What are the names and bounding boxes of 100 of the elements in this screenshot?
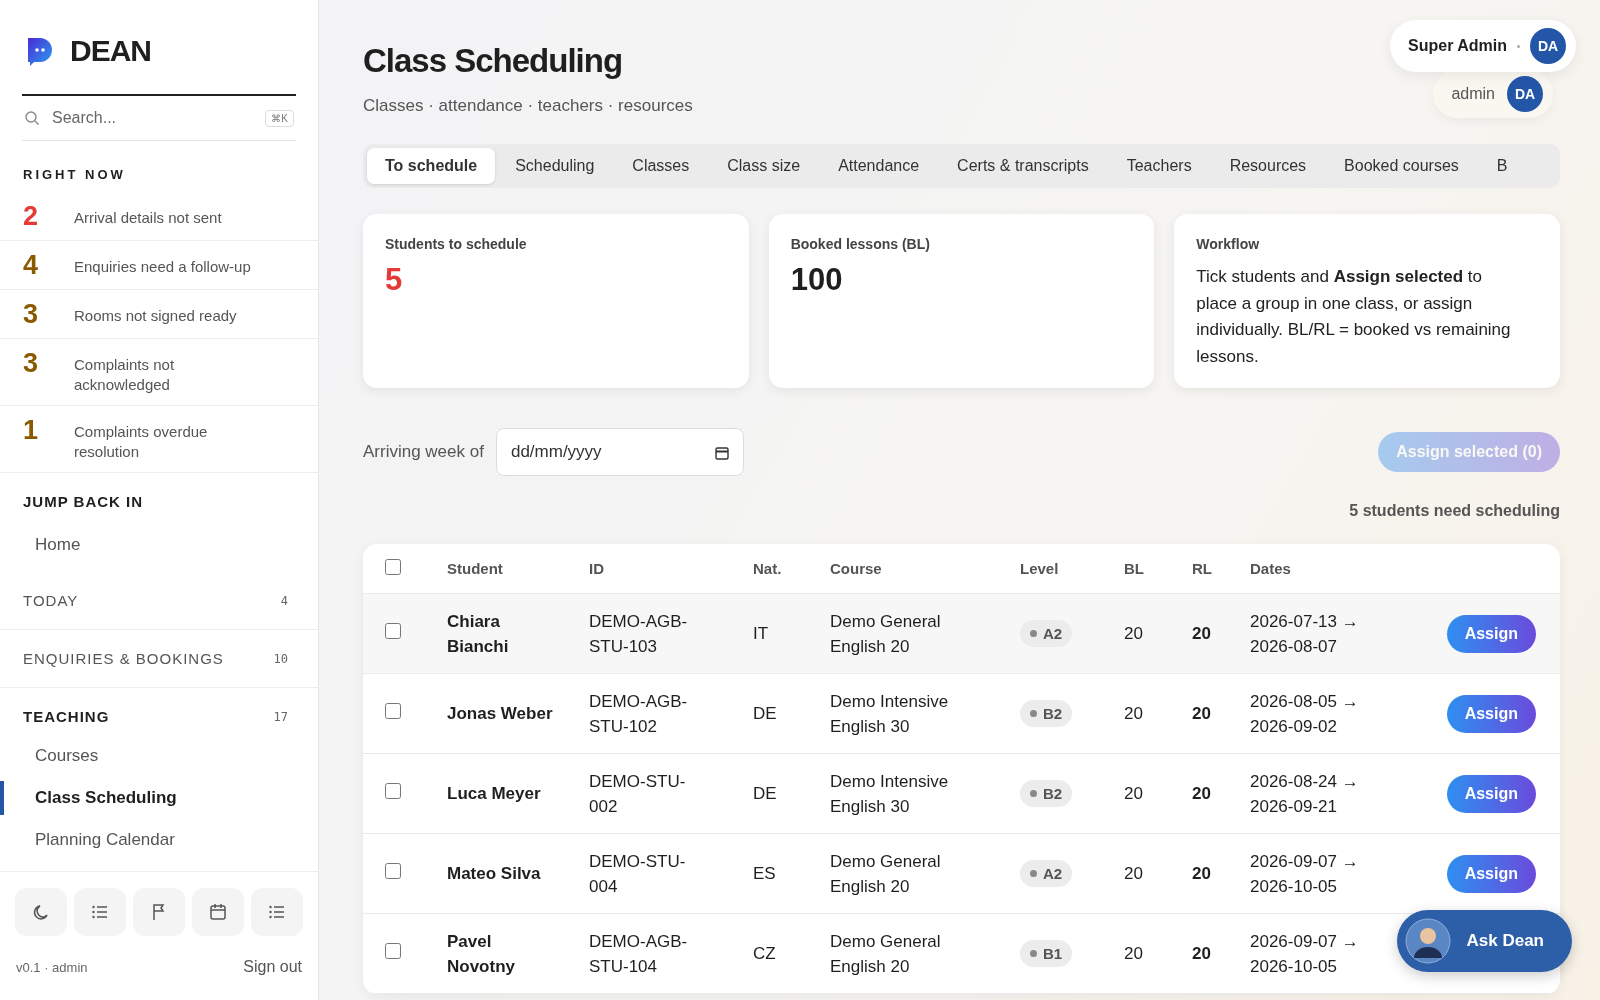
alert-label[interactable]: Arrival details not sent [74,202,222,228]
group-count: 10 [273,651,288,666]
date-field[interactable]: dd/mm/yyyy [495,428,744,476]
column-header: Dates [1250,560,1292,577]
level-badge: B1 [1020,940,1073,967]
course-cell-text: Demo Intensive English 30 [830,690,950,738]
column-header: BL [1124,560,1145,577]
calendar-icon[interactable] [192,888,244,936]
list-icon[interactable] [74,888,126,936]
nationality-cell: ES [753,863,776,883]
tab[interactable]: Resources [1211,148,1325,184]
calendar-icon [713,445,730,461]
stat-value: 5 [385,262,404,298]
role-badge[interactable]: admin DA [1433,70,1553,118]
student-id: DEMO-AGB-STU-102 [589,690,689,738]
alert-count: 3 [23,349,40,377]
row-checkbox[interactable] [385,703,401,719]
course-cell-text: Demo General English 20 [830,610,942,658]
column-header: Nat. [753,560,783,577]
alert-count: 2 [23,202,40,230]
avatar-icon [1404,918,1451,964]
dates-cell-text: 2026-09-07 → 2026-10-05 [1250,850,1360,898]
nav-group[interactable]: TEACHING [23,708,110,725]
remaining-lessons-cell: 20 [1192,863,1211,883]
select-all-checkbox[interactable] [385,559,401,575]
student-id: DEMO-STU-004 [589,850,687,898]
search-icon [24,110,40,126]
flag-icon[interactable] [133,888,185,936]
student-id: DEMO-AGB-STU-103 [589,610,689,658]
nav-item[interactable]: Class Scheduling [0,777,318,819]
page-subtitle: Classes · attendance · teachers · resources [363,96,693,116]
user-menu[interactable]: Super Admin DA [1390,20,1576,72]
column-header: ID [589,560,605,577]
booked-lessons-cell: 20 [1124,863,1143,883]
remaining-lessons-cell: 20 [1192,783,1211,803]
user-avatar: DA [1530,28,1566,64]
alert-count: 1 [23,416,40,444]
row-checkbox[interactable] [385,623,401,639]
group-count: 17 [273,709,288,724]
tab[interactable]: Scheduling [497,148,613,184]
remaining-lessons-cell: 20 [1192,703,1211,723]
version-label: v0.1 · admin [16,959,88,975]
nationality-cell: IT [753,623,769,643]
nav-group[interactable]: ENQUIRIES & BOOKINGS [23,650,224,667]
tab[interactable]: To schedule [367,148,496,184]
section-heading: RIGHT NOW [22,166,127,184]
tab[interactable]: Class size [709,148,819,184]
tab[interactable]: Classes [614,148,708,184]
column-header: RL [1192,560,1213,577]
student-name: Luca Meyer [447,783,542,805]
list-icon[interactable] [251,888,303,936]
column-header: Course [830,560,883,577]
assign-button[interactable]: Assign [1446,854,1536,893]
card-title: Booked lessons (BL) [790,236,931,252]
assign-button[interactable]: Assign [1446,774,1536,813]
dates-cell-text: 2026-08-24 → 2026-09-21 [1250,770,1360,818]
shortcut-hint: ⌘K [265,109,294,127]
remaining-lessons-cell: 20 [1192,943,1211,963]
dates-cell-text: 2026-07-13 → 2026-08-07 [1250,610,1360,658]
tab[interactable]: B [1478,148,1508,184]
course-cell-text: Demo Intensive English 30 [830,770,950,818]
remaining-lessons-cell: 20 [1192,623,1211,643]
student-id: DEMO-STU-002 [589,770,687,818]
alert-label[interactable]: Complaints not acknowledged [74,349,254,395]
student-name: Jonas Weber [447,703,554,725]
tab[interactable]: Certs & transcripts [939,148,1107,184]
alert-count: 4 [23,251,40,279]
ask-dean-button[interactable]: Ask Dean [1396,910,1572,972]
search-field[interactable]: Search... [50,108,256,128]
booked-lessons-cell: 20 [1124,783,1143,803]
moon-icon[interactable] [15,888,67,936]
nav-item[interactable]: Home [0,524,318,566]
section-heading: JUMP BACK IN [22,492,145,512]
alert-label[interactable]: Rooms not signed ready [74,300,237,326]
column-header: Level [1020,560,1060,577]
page-title: Class Scheduling [363,42,623,80]
sign-out-link[interactable]: Sign out [243,958,302,976]
dates-cell-text: 2026-08-05 → 2026-09-02 [1250,690,1360,738]
alert-label[interactable]: Enquiries need a follow-up [74,251,251,277]
alert-count: 3 [23,300,40,328]
assign-button[interactable]: Assign [1446,614,1536,653]
assign-button[interactable]: Assign [1446,694,1536,733]
tab[interactable]: Teachers [1108,148,1210,184]
student-name: Pavel Novotny [447,930,516,978]
student-name: Chiara Bianchi [447,610,510,658]
nav-item[interactable]: Courses [0,735,318,777]
group-count: 4 [280,593,288,608]
column-header: Student [447,560,504,577]
tab[interactable]: Booked courses [1326,148,1477,184]
row-checkbox[interactable] [385,943,401,959]
row-checkbox[interactable] [385,863,401,879]
nav-group[interactable]: TODAY [23,592,79,609]
nationality-cell: DE [753,783,777,803]
tab[interactable]: Attendance [820,148,938,184]
nav-item[interactable]: Planning Calendar [0,819,318,861]
course-cell-text: Demo General English 20 [830,850,942,898]
filter-label: Arriving week of [363,442,484,462]
stat-value: 100 [790,262,844,298]
row-checkbox[interactable] [385,783,401,799]
alert-label[interactable]: Complaints overdue resolution [74,416,254,462]
